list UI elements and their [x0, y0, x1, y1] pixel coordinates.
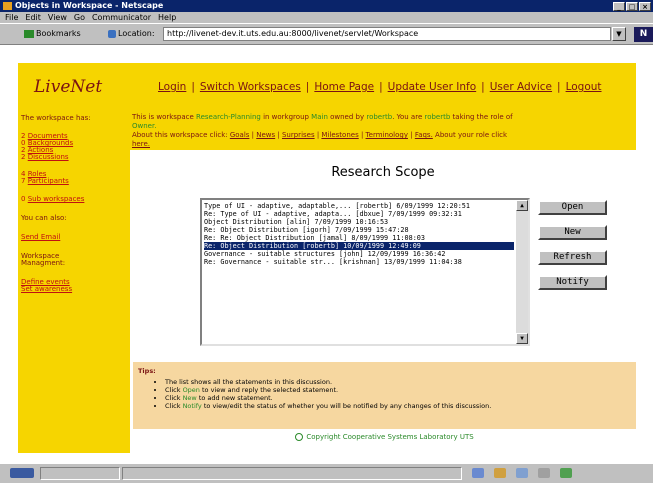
nav-home-page[interactable]: Home Page — [314, 81, 374, 93]
discussion-listbox[interactable]: Type of UI - adaptive, adaptable,... [ro… — [200, 198, 530, 346]
mail-icon[interactable] — [494, 468, 506, 478]
terminology-link[interactable]: Terminology — [366, 131, 408, 139]
menu-go[interactable]: Go — [74, 13, 85, 22]
menu-help[interactable]: Help — [158, 13, 176, 22]
location-icon[interactable] — [108, 29, 116, 38]
list-item[interactable]: Type of UI - adaptive, adaptable,... [ro… — [204, 202, 514, 210]
set-awareness-link[interactable]: Set awareness — [21, 285, 72, 293]
maximize-button[interactable]: □ — [626, 2, 638, 11]
nav-update-user-info[interactable]: Update User Info — [388, 81, 477, 93]
tip-item: Click New to add new statement. — [165, 394, 491, 402]
list-item[interactable]: Re: Re: Object Distribution [jamal] 8/09… — [204, 234, 514, 242]
location-label: Location: — [118, 29, 155, 38]
copyright: Copyright Cooperative Systems Laboratory… — [133, 433, 636, 441]
menu-bar: File Edit View Go Communicator Help — [0, 12, 653, 23]
status-panel — [40, 467, 120, 480]
tip-item: The list shows all the statements in thi… — [165, 378, 491, 386]
status-text-panel — [122, 467, 462, 480]
page-title: Research Scope — [331, 165, 435, 180]
bookmarks-button[interactable]: Bookmarks — [24, 29, 81, 38]
location-label-group: Location: — [108, 29, 155, 38]
bookmarks-label: Bookmarks — [36, 29, 81, 38]
composer-icon[interactable] — [538, 468, 550, 478]
notify-button[interactable]: Notify — [538, 275, 607, 290]
tips-box: Tips: The list shows all the statements … — [133, 362, 636, 429]
menu-file[interactable]: File — [5, 13, 18, 22]
menu-communicator[interactable]: Communicator — [92, 13, 151, 22]
list-scrollbar[interactable]: ▲ ▼ — [516, 200, 528, 344]
url-input[interactable]: http://livenet-dev.it.uts.edu.au:8000/li… — [163, 27, 611, 41]
site-header: LiveNet Login | Switch Workspaces | Home Pag… — [18, 63, 636, 108]
status-bar — [0, 463, 653, 483]
news-link[interactable]: News — [256, 131, 275, 139]
list-item[interactable]: Object Distribution [alin] 7/09/1999 10:… — [204, 218, 514, 226]
milestones-link[interactable]: Milestones — [321, 131, 358, 139]
sidebar-also-label: You can also: — [21, 214, 67, 222]
navigator-icon[interactable] — [472, 468, 484, 478]
goals-link[interactable]: Goals — [230, 131, 250, 139]
open-button[interactable]: Open — [538, 200, 607, 215]
info-line-1: This is workspace Research-Planning in w… — [132, 113, 513, 121]
list-item[interactable]: Governance - suitable structures [john] … — [204, 250, 514, 258]
nav-login[interactable]: Login — [158, 81, 186, 93]
close-button[interactable]: × — [639, 2, 651, 11]
top-nav: Login | Switch Workspaces | Home Page | Update… — [158, 81, 602, 93]
refresh-button[interactable]: Refresh — [538, 250, 607, 265]
list-item[interactable]: Re: Governance - suitable str... [krishn… — [204, 258, 514, 266]
info-about-line: About this workspace click: Goals | News… — [132, 131, 508, 139]
discussions-icon[interactable] — [516, 468, 528, 478]
new-button[interactable]: New — [538, 225, 607, 240]
nav-logout[interactable]: Logout — [566, 81, 602, 93]
sidebar-title: The workspace has: — [21, 114, 91, 122]
surprises-link[interactable]: Surprises — [282, 131, 315, 139]
scroll-down-arrow[interactable]: ▼ — [516, 333, 528, 344]
scroll-up-arrow[interactable]: ▲ — [516, 200, 528, 211]
here-link[interactable]: here. — [132, 140, 150, 148]
sidebar-item-discussions[interactable]: 2 Discussions — [21, 153, 69, 161]
faqs-link[interactable]: Faqs. — [415, 131, 433, 139]
send-email-link[interactable]: Send Email — [21, 233, 60, 241]
info-role: Owner. — [132, 122, 157, 130]
info-here-line: here. — [132, 140, 150, 149]
sidebar-item-sub-workspaces[interactable]: 0 Sub workspaces — [21, 195, 84, 203]
bookmarks-icon — [24, 29, 34, 38]
workspace-mgmt-label-2: Managment: — [21, 259, 66, 267]
nav-user-advice[interactable]: User Advice — [490, 81, 552, 93]
tips-title: Tips: — [138, 367, 156, 375]
menu-view[interactable]: View — [48, 13, 67, 22]
check-icon[interactable] — [560, 468, 572, 478]
window-titlebar: Objects in Workspace - Netscape _ □ × — [0, 0, 653, 12]
workspace-info: This is workspace Research-Planning in w… — [130, 108, 636, 150]
security-icon[interactable] — [10, 468, 34, 478]
netscape-logo[interactable]: N — [634, 27, 653, 42]
component-bar — [472, 468, 582, 480]
minimize-button[interactable]: _ — [613, 2, 625, 11]
nav-switch-workspaces[interactable]: Switch Workspaces — [200, 81, 301, 93]
list-item[interactable]: Re: Type of UI - adaptive, adapta... [db… — [204, 210, 514, 218]
url-dropdown-button[interactable]: ▼ — [612, 27, 626, 41]
copyright-icon — [295, 433, 304, 441]
page-content: LiveNet Login | Switch Workspaces | Home Pag… — [0, 45, 653, 463]
livenet-logo: LiveNet — [34, 77, 103, 97]
window-title: Objects in Workspace - Netscape — [15, 1, 164, 10]
sidebar-item-participants[interactable]: 7 Participants — [21, 177, 69, 185]
menu-edit[interactable]: Edit — [25, 13, 41, 22]
sidebar: The workspace has: 2 Documents 0 Backgro… — [18, 108, 130, 453]
tip-item: Click Open to view and reply the selecte… — [165, 386, 491, 394]
tip-item: Click Notify to view/edit the status of … — [165, 402, 491, 410]
list-item[interactable]: Re: Object Distribution [robertb] 10/09/… — [204, 242, 514, 250]
location-toolbar: Bookmarks Location: http://livenet-dev.i… — [0, 23, 653, 45]
list-item[interactable]: Re: Object Distribution [igorh] 7/09/199… — [204, 226, 514, 234]
netscape-icon — [3, 2, 12, 10]
